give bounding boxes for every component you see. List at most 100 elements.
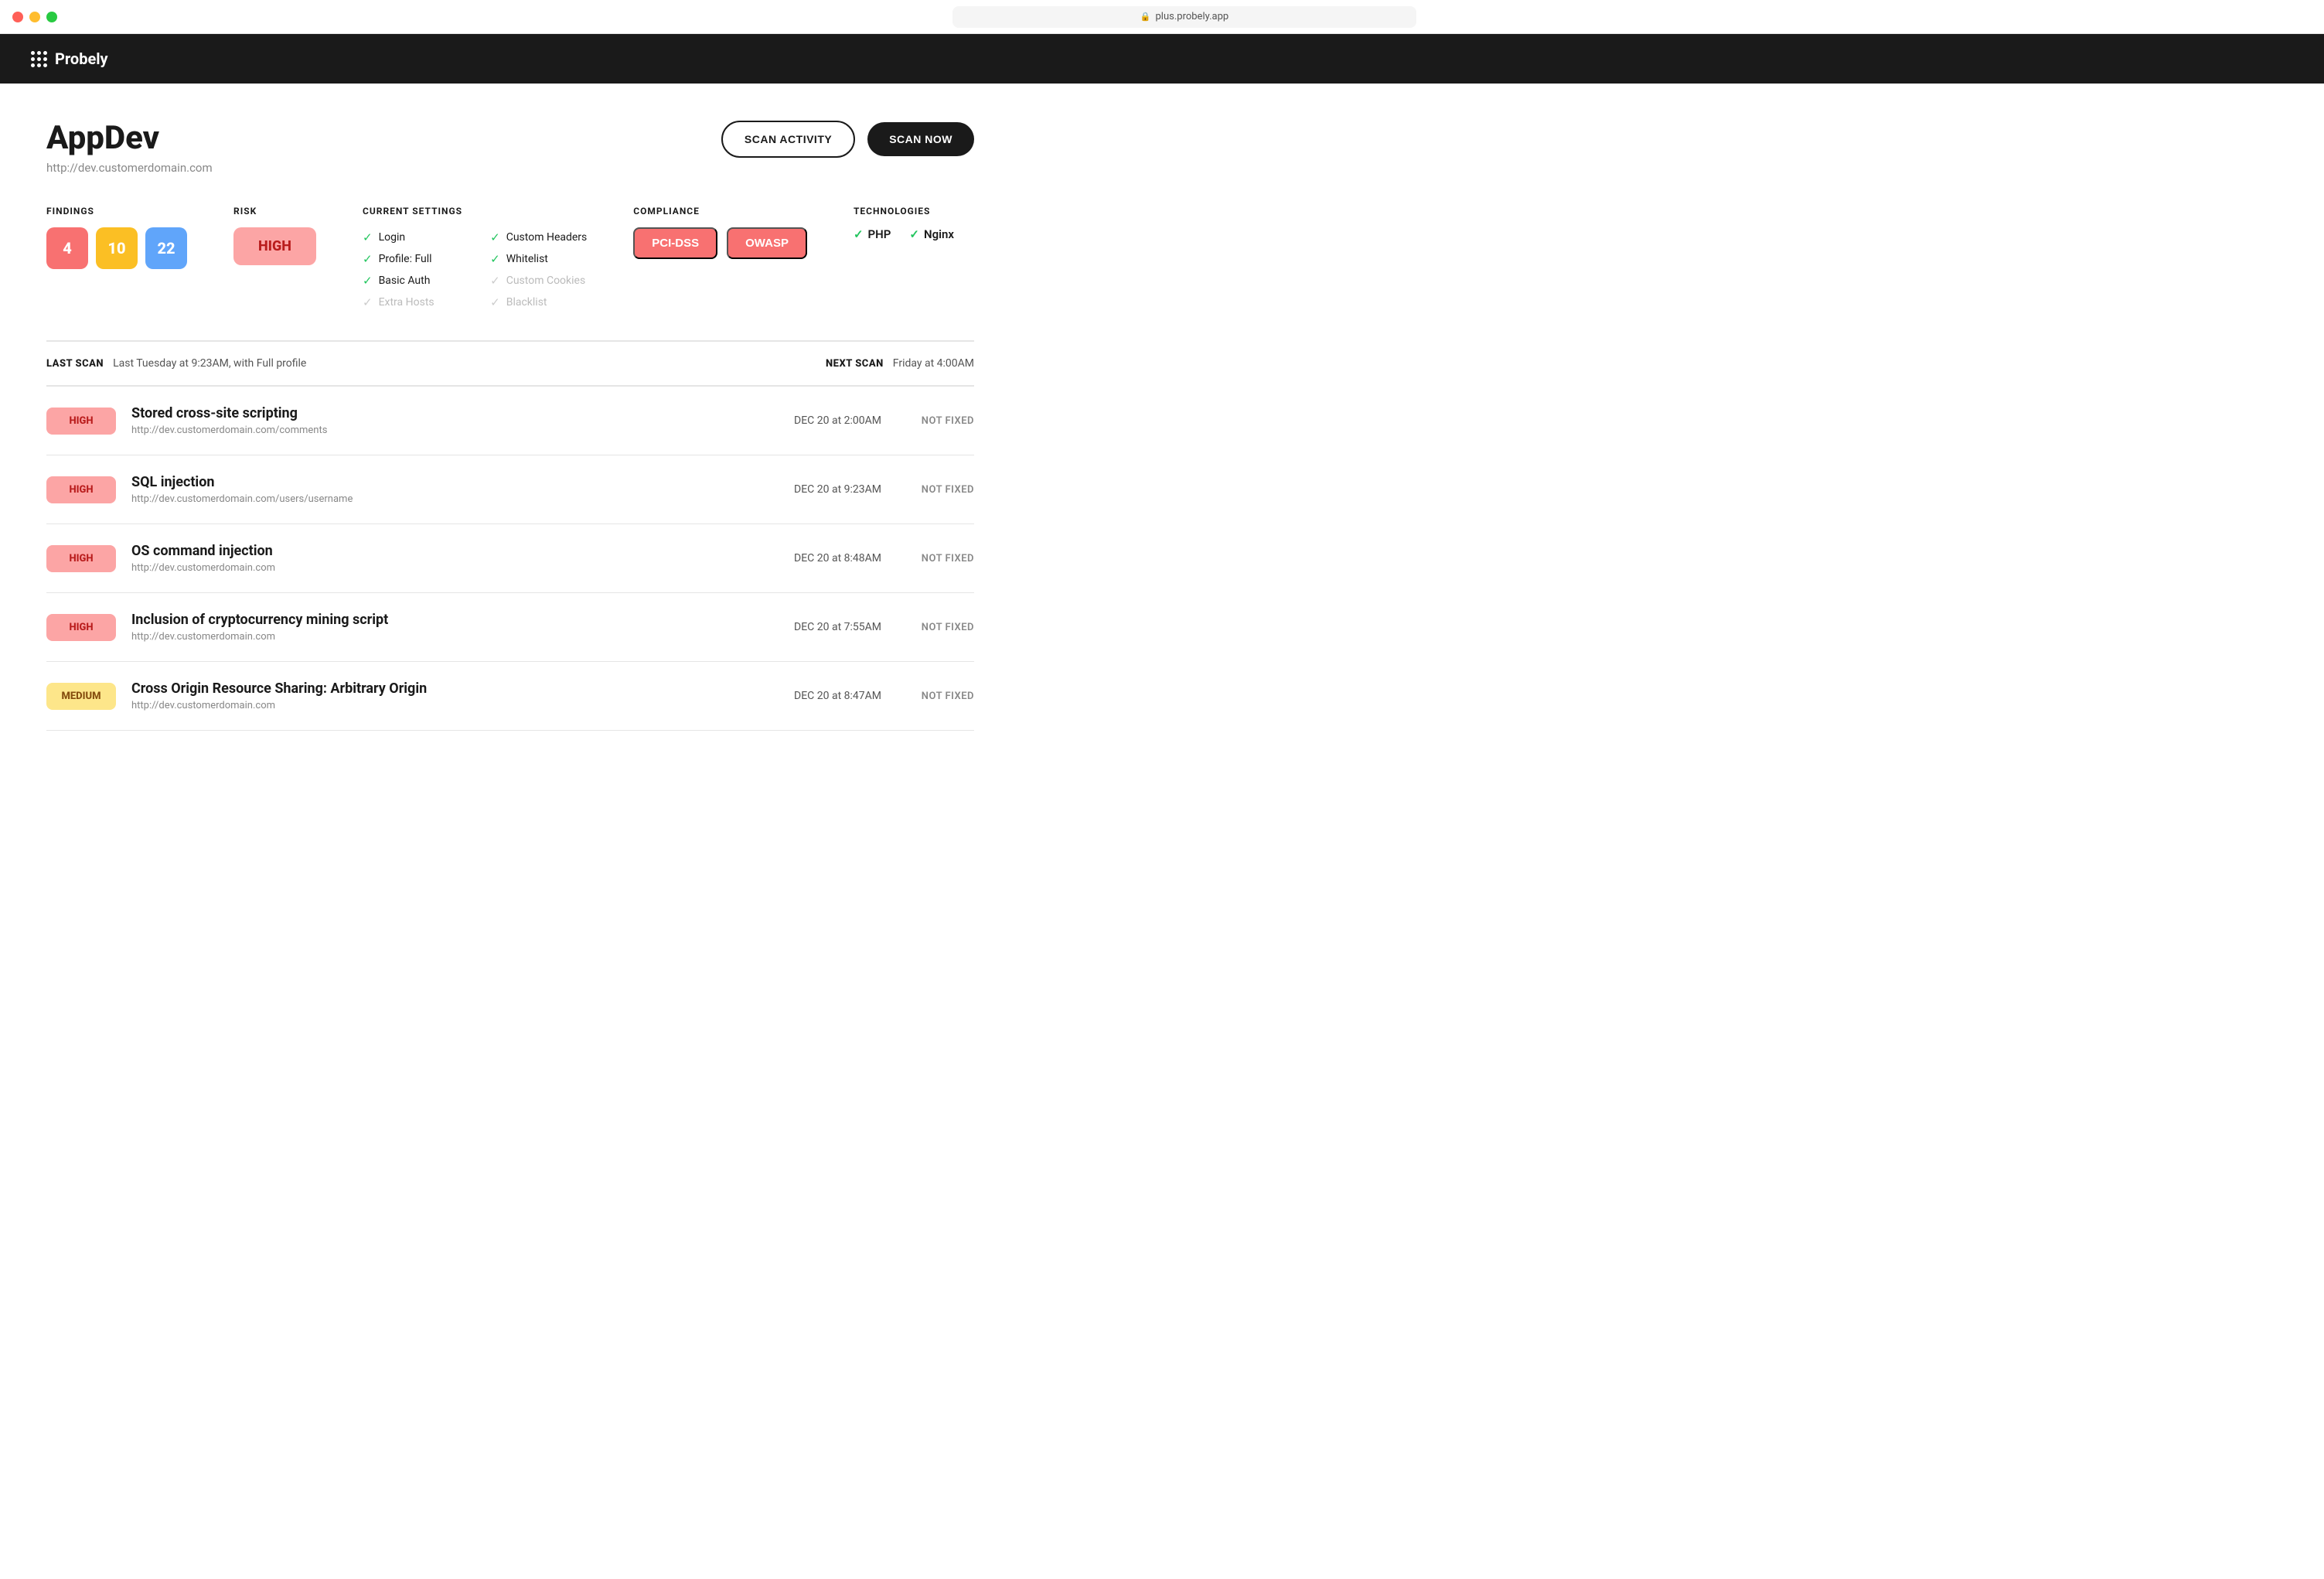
url-text: plus.probely.app bbox=[1156, 11, 1229, 22]
finding-row[interactable]: HIGH Stored cross-site scripting http://… bbox=[46, 387, 974, 455]
minimize-button[interactable] bbox=[29, 12, 40, 22]
setting-custom-headers-label: Custom Headers bbox=[506, 231, 588, 244]
severity-badge-high: HIGH bbox=[46, 408, 116, 435]
current-settings-section: CURRENT SETTINGS ✓ Login ✓ Custom Header… bbox=[363, 206, 587, 312]
risk-value: HIGH bbox=[233, 227, 316, 265]
check-icon: ✓ bbox=[490, 230, 500, 244]
severity-badge-high: HIGH bbox=[46, 476, 116, 503]
setting-blacklist-label: Blacklist bbox=[506, 296, 547, 309]
next-scan-label: NEXT SCAN bbox=[826, 358, 884, 370]
finding-title: OS command injection bbox=[131, 543, 742, 559]
logo-grid-icon bbox=[31, 51, 47, 67]
findings-badges: 4 10 22 bbox=[46, 227, 187, 269]
finding-info: Stored cross-site scripting http://dev.c… bbox=[131, 405, 742, 436]
setting-custom-headers: ✓ Custom Headers bbox=[490, 227, 587, 247]
technologies-section: TECHNOLOGIES ✓ PHP ✓ Nginx bbox=[854, 206, 954, 241]
findings-low-badge: 22 bbox=[145, 227, 187, 269]
pci-dss-badge[interactable]: PCI-DSS bbox=[633, 227, 717, 259]
check-icon: ✓ bbox=[909, 227, 919, 241]
setting-basic-auth-label: Basic Auth bbox=[379, 275, 431, 287]
scan-activity-button[interactable]: SCAN ACTIVITY bbox=[721, 121, 855, 158]
finding-info: Cross Origin Resource Sharing: Arbitrary… bbox=[131, 680, 742, 711]
finding-row[interactable]: HIGH OS command injection http://dev.cus… bbox=[46, 524, 974, 593]
logo[interactable]: Probely bbox=[31, 49, 108, 68]
traffic-lights bbox=[12, 12, 57, 22]
finding-url: http://dev.customerdomain.com bbox=[131, 631, 742, 643]
settings-grid: ✓ Login ✓ Custom Headers ✓ Profile: Full… bbox=[363, 227, 587, 312]
check-icon: ✓ bbox=[363, 274, 373, 288]
finding-row[interactable]: HIGH Inclusion of cryptocurrency mining … bbox=[46, 593, 974, 662]
last-scan-value: Last Tuesday at 9:23AM, with Full profil… bbox=[113, 357, 306, 370]
lock-icon: 🔒 bbox=[1140, 12, 1151, 22]
fullscreen-button[interactable] bbox=[46, 12, 57, 22]
next-scan-value: Friday at 4:00AM bbox=[893, 357, 974, 370]
check-icon: ✓ bbox=[363, 295, 373, 309]
finding-url: http://dev.customerdomain.com bbox=[131, 700, 742, 711]
current-settings-label: CURRENT SETTINGS bbox=[363, 206, 587, 217]
setting-blacklist: ✓ Blacklist bbox=[490, 292, 587, 312]
setting-whitelist-label: Whitelist bbox=[506, 253, 548, 265]
finding-date: DEC 20 at 2:00AM bbox=[758, 414, 881, 427]
finding-row[interactable]: HIGH SQL injection http://dev.customerdo… bbox=[46, 455, 974, 524]
finding-row[interactable]: MEDIUM Cross Origin Resource Sharing: Ar… bbox=[46, 662, 974, 731]
setting-whitelist: ✓ Whitelist bbox=[490, 249, 587, 269]
scan-info-left: LAST SCAN Last Tuesday at 9:23AM, with F… bbox=[46, 357, 306, 370]
logo-text: Probely bbox=[55, 49, 108, 68]
severity-badge-high: HIGH bbox=[46, 545, 116, 572]
finding-status: NOT FIXED bbox=[897, 691, 974, 702]
last-scan-label: LAST SCAN bbox=[46, 358, 104, 370]
finding-title: SQL injection bbox=[131, 474, 742, 490]
finding-status: NOT FIXED bbox=[897, 415, 974, 427]
finding-status: NOT FIXED bbox=[897, 622, 974, 633]
page-title: AppDev bbox=[46, 121, 213, 156]
finding-title: Cross Origin Resource Sharing: Arbitrary… bbox=[131, 680, 742, 697]
findings-high-badge: 4 bbox=[46, 227, 88, 269]
finding-info: Inclusion of cryptocurrency mining scrip… bbox=[131, 612, 742, 643]
risk-label: RISK bbox=[233, 206, 316, 217]
owasp-badge[interactable]: OWASP bbox=[727, 227, 807, 259]
setting-extra-hosts: ✓ Extra Hosts bbox=[363, 292, 459, 312]
finding-url: http://dev.customerdomain.com/comments bbox=[131, 425, 742, 436]
page-header: AppDev http://dev.customerdomain.com SCA… bbox=[46, 121, 974, 175]
findings-label: FINDINGS bbox=[46, 206, 187, 217]
navbar: Probely bbox=[0, 34, 2324, 84]
check-icon: ✓ bbox=[490, 274, 500, 288]
compliance-section: COMPLIANCE PCI-DSS OWASP bbox=[633, 206, 807, 259]
findings-medium-badge: 10 bbox=[96, 227, 138, 269]
check-icon: ✓ bbox=[363, 230, 373, 244]
check-icon: ✓ bbox=[490, 295, 500, 309]
compliance-label: COMPLIANCE bbox=[633, 206, 807, 217]
finding-date: DEC 20 at 7:55AM bbox=[758, 621, 881, 633]
compliance-badges: PCI-DSS OWASP bbox=[633, 227, 807, 259]
tech-items: ✓ PHP ✓ Nginx bbox=[854, 227, 954, 241]
severity-badge-high: HIGH bbox=[46, 614, 116, 641]
url-bar[interactable]: 🔒 plus.probely.app bbox=[952, 6, 1416, 28]
tech-nginx: ✓ Nginx bbox=[909, 227, 954, 241]
tech-nginx-label: Nginx bbox=[924, 227, 954, 241]
finding-date: DEC 20 at 8:48AM bbox=[758, 552, 881, 564]
setting-login: ✓ Login bbox=[363, 227, 459, 247]
page-title-section: AppDev http://dev.customerdomain.com bbox=[46, 121, 213, 175]
finding-title: Stored cross-site scripting bbox=[131, 405, 742, 421]
severity-badge-medium: MEDIUM bbox=[46, 683, 116, 710]
setting-basic-auth: ✓ Basic Auth bbox=[363, 271, 459, 291]
finding-date: DEC 20 at 8:47AM bbox=[758, 690, 881, 702]
finding-title: Inclusion of cryptocurrency mining scrip… bbox=[131, 612, 742, 628]
check-icon: ✓ bbox=[854, 227, 864, 241]
setting-extra-hosts-label: Extra Hosts bbox=[379, 296, 434, 309]
finding-status: NOT FIXED bbox=[897, 484, 974, 496]
main-content: AppDev http://dev.customerdomain.com SCA… bbox=[0, 84, 1021, 777]
check-icon: ✓ bbox=[363, 252, 373, 266]
tech-php: ✓ PHP bbox=[854, 227, 891, 241]
stats-row: FINDINGS 4 10 22 RISK HIGH CURRENT SETTI… bbox=[46, 206, 974, 312]
risk-section: RISK HIGH bbox=[233, 206, 316, 265]
setting-login-label: Login bbox=[379, 231, 406, 244]
findings-section: FINDINGS 4 10 22 bbox=[46, 206, 187, 269]
scan-now-button[interactable]: SCAN NOW bbox=[867, 122, 974, 156]
scan-info-bar: LAST SCAN Last Tuesday at 9:23AM, with F… bbox=[46, 340, 974, 387]
close-button[interactable] bbox=[12, 12, 23, 22]
finding-info: OS command injection http://dev.customer… bbox=[131, 543, 742, 574]
setting-profile-full-label: Profile: Full bbox=[379, 253, 432, 265]
check-icon: ✓ bbox=[490, 252, 500, 266]
page-subtitle: http://dev.customerdomain.com bbox=[46, 161, 213, 175]
